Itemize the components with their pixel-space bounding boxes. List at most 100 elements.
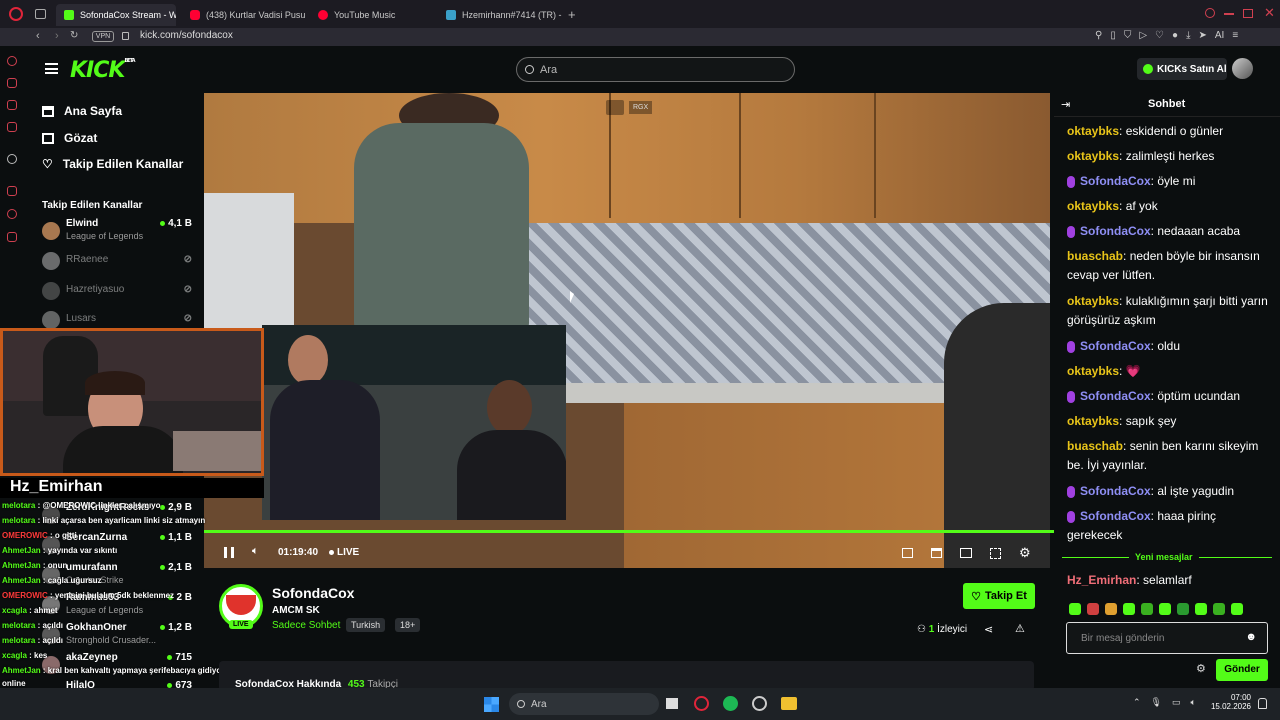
theater-mode-icon[interactable] xyxy=(960,548,972,558)
progress-bar[interactable] xyxy=(204,530,1054,533)
close-icon[interactable]: ✕ xyxy=(1264,5,1275,21)
send-button[interactable]: Gönder xyxy=(1216,659,1268,681)
vpn-badge[interactable]: VPN xyxy=(92,31,114,42)
nav-following[interactable]: ♡ Takip Edilen Kanallar xyxy=(42,157,183,171)
kick-logo[interactable]: KICKBETA xyxy=(70,58,136,83)
emote-icon[interactable] xyxy=(1087,603,1099,615)
chat-username[interactable]: SofondaCox xyxy=(1080,174,1151,188)
notifications-icon[interactable] xyxy=(1258,698,1267,709)
channel-item[interactable]: Elwind League of Legends 4,1 B xyxy=(42,216,192,246)
report-icon[interactable]: ⚠ xyxy=(1015,622,1025,635)
taskbar-search[interactable]: Ara xyxy=(509,693,659,715)
forward-icon[interactable]: › xyxy=(55,30,59,42)
profile-icon[interactable]: ● xyxy=(1172,30,1178,41)
tray-chevron-icon[interactable]: ⌃ xyxy=(1133,697,1141,708)
pin-icon[interactable]: ⚲ xyxy=(1095,30,1102,41)
search-input[interactable]: Ara xyxy=(516,57,795,82)
menu-icon[interactable]: ≡ xyxy=(1232,30,1238,41)
emote-icon[interactable] xyxy=(1069,603,1081,615)
sidebar-instagram-icon[interactable] xyxy=(7,122,17,132)
chat-username[interactable]: buaschab xyxy=(1067,249,1123,263)
opera-gx-icon[interactable] xyxy=(694,696,709,711)
chat-username[interactable]: Hz_Emirhan xyxy=(1067,573,1136,587)
chat-username[interactable]: oktaybks xyxy=(1067,294,1119,308)
reload-icon[interactable]: ↻ xyxy=(70,30,78,41)
video-player[interactable]: RGX xyxy=(204,93,1050,568)
emote-icon[interactable] xyxy=(1231,603,1243,615)
download-icon[interactable]: ⤓ xyxy=(1186,30,1190,41)
tag-18plus[interactable]: 18+ xyxy=(395,618,421,632)
heart-outline-icon[interactable]: ♡ xyxy=(1155,30,1164,41)
channel-item[interactable]: RRaenee ⊘ xyxy=(42,246,192,276)
back-icon[interactable]: ‹ xyxy=(36,30,40,42)
collapse-chat-icon[interactable]: ⇥ xyxy=(1061,98,1070,111)
task-view-icon[interactable] xyxy=(666,698,678,709)
chat-username[interactable]: SofondaCox xyxy=(1080,484,1151,498)
fullscreen-icon[interactable] xyxy=(990,548,1001,559)
chat-username[interactable]: oktaybks xyxy=(1067,414,1119,428)
miniplayer-icon[interactable] xyxy=(902,548,913,558)
tab-sofondacox[interactable]: SofondaCox Stream - Wat xyxy=(56,4,176,26)
minimize-icon[interactable] xyxy=(1224,13,1234,15)
chat-username[interactable]: SofondaCox xyxy=(1080,389,1151,403)
clip-icon[interactable] xyxy=(931,548,942,558)
sidebar-download-icon[interactable] xyxy=(7,232,17,242)
clock[interactable]: 07:00 15.02.2026 xyxy=(1207,693,1251,711)
chat-username[interactable]: buaschab xyxy=(1067,439,1123,453)
steam-icon[interactable] xyxy=(752,696,767,711)
network-icon[interactable]: ▭ xyxy=(1172,697,1181,708)
follow-button[interactable]: ♡ Takip Et xyxy=(963,583,1035,609)
settings-gear-icon[interactable]: ⚙ xyxy=(1019,545,1031,561)
tab-youtube-music[interactable]: YouTube Music xyxy=(310,4,434,26)
chat-username[interactable]: SofondaCox xyxy=(1080,339,1151,353)
buy-kicks-button[interactable]: KICKs Satın Al xyxy=(1137,58,1227,80)
chat-username[interactable]: oktaybks xyxy=(1067,364,1119,378)
emote-icon[interactable] xyxy=(1195,603,1207,615)
chat-settings-icon[interactable]: ⚙ xyxy=(1196,662,1206,675)
file-explorer-icon[interactable] xyxy=(781,697,797,710)
tag-turkish[interactable]: Turkish xyxy=(346,618,386,632)
sidebar-bell-icon[interactable] xyxy=(7,78,17,88)
new-tab-icon[interactable]: + xyxy=(568,7,576,22)
search-tabs-icon[interactable] xyxy=(1205,8,1215,18)
ai-button[interactable]: AI xyxy=(1215,30,1224,41)
sidebar-list-icon[interactable] xyxy=(7,186,17,196)
shield-icon[interactable]: ⛉ xyxy=(1124,30,1132,41)
emoji-icon[interactable]: ☻ xyxy=(1245,631,1257,643)
emote-icon[interactable] xyxy=(1213,603,1225,615)
spotify-icon[interactable] xyxy=(723,696,738,711)
user-avatar[interactable] xyxy=(1232,58,1253,79)
sidebar-history-icon[interactable] xyxy=(7,56,17,66)
chat-username[interactable]: oktaybks xyxy=(1067,124,1119,138)
maximize-icon[interactable] xyxy=(1243,9,1253,18)
pip-icon[interactable] xyxy=(606,100,624,115)
bookmark-icon[interactable]: ▯ xyxy=(1110,30,1116,41)
emote-icon[interactable] xyxy=(1159,603,1171,615)
chat-username[interactable]: SofondaCox xyxy=(1080,509,1151,523)
volume-icon[interactable]: 🔈︎ xyxy=(1191,697,1196,708)
live-indicator[interactable]: LIVE xyxy=(329,547,359,558)
tab-youtube[interactable]: (438) Kurtlar Vadisi Pusu xyxy=(182,4,306,26)
start-icon[interactable] xyxy=(484,697,499,712)
share-icon[interactable]: ⋖ xyxy=(984,623,993,636)
mic-icon[interactable]: 🎙︎ xyxy=(1151,697,1162,708)
play-icon[interactable]: ▷ xyxy=(1139,30,1147,41)
browser-logo-icon[interactable] xyxy=(9,7,23,21)
sidebar-chat-icon[interactable] xyxy=(7,100,17,110)
hamburger-menu-icon[interactable] xyxy=(45,63,58,74)
emote-icon[interactable] xyxy=(1105,603,1117,615)
chat-input[interactable]: Bir mesaj gönderin ☻ xyxy=(1066,622,1268,654)
category-link[interactable]: Sadece Sohbet xyxy=(272,620,340,631)
chat-username[interactable]: oktaybks xyxy=(1067,199,1119,213)
workspaces-icon[interactable] xyxy=(35,9,46,19)
chat-username[interactable]: SofondaCox xyxy=(1080,224,1151,238)
nav-home[interactable]: Ana Sayfa xyxy=(42,104,122,118)
channel-name[interactable]: SofondaCox xyxy=(272,585,354,601)
nav-browse[interactable]: Gözat xyxy=(42,131,97,145)
emote-icon[interactable] xyxy=(1177,603,1189,615)
emote-icon[interactable] xyxy=(1123,603,1135,615)
tab-league[interactable]: Hzemirhann#7414 (TR) - L xyxy=(438,4,562,26)
url-field[interactable]: kick.com/sofondacox xyxy=(140,30,233,41)
sidebar-clock-icon[interactable] xyxy=(7,209,17,219)
channel-item[interactable]: Hazretiyasuo ⊘ xyxy=(42,276,192,306)
